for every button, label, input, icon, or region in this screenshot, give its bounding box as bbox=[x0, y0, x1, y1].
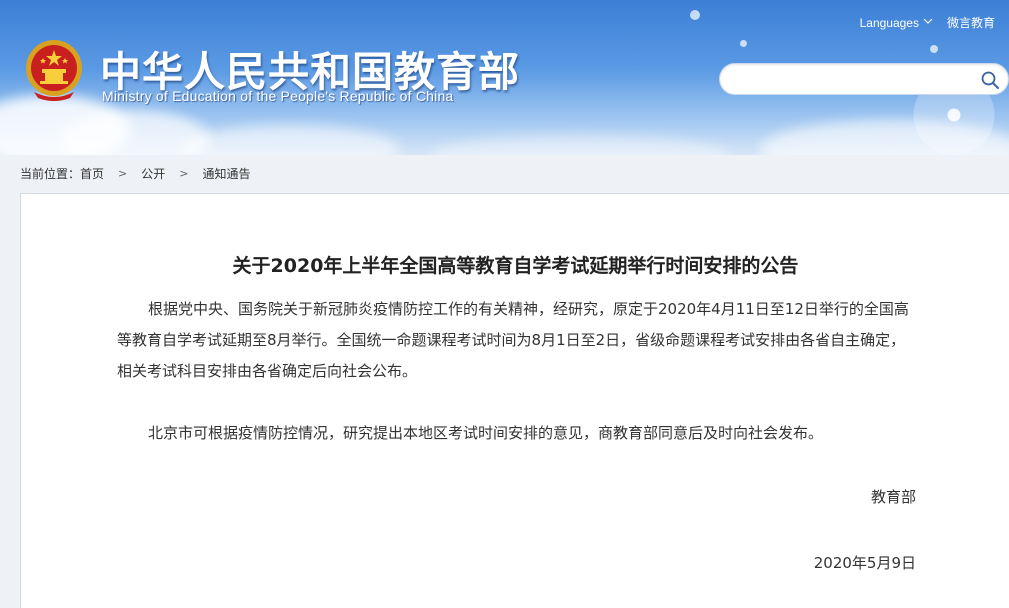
search-input[interactable] bbox=[734, 70, 974, 90]
article-paragraph: 北京市可根据疫情防控情况，研究提出本地区考试时间安排的意见，商教育部同意后及时向… bbox=[148, 424, 824, 442]
languages-dropdown[interactable]: Languages bbox=[860, 16, 933, 30]
dandelion-seed bbox=[740, 40, 747, 47]
dandelion-seed bbox=[930, 45, 938, 53]
article-paragraph: 根据党中央、国务院关于新冠肺炎疫情防控工作的有关精神，经研究，原定于2020年4… bbox=[117, 300, 909, 380]
article-content: 根据党中央、国务院关于新冠肺炎疫情防控工作的有关精神，经研究，原定于2020年4… bbox=[117, 294, 917, 449]
breadcrumb-separator: > bbox=[179, 167, 189, 180]
dandelion-seed bbox=[690, 10, 700, 20]
search-box bbox=[719, 63, 1009, 95]
breadcrumb-prefix: 当前位置： bbox=[20, 167, 81, 181]
breadcrumb-home[interactable]: 首页 bbox=[80, 165, 104, 182]
breadcrumb-separator: > bbox=[118, 167, 128, 180]
chevron-down-icon bbox=[923, 17, 933, 28]
search-icon[interactable] bbox=[980, 70, 1000, 90]
breadcrumb-notices[interactable]: 通知通告 bbox=[202, 165, 250, 182]
breadcrumb: 当前位置： 首页 > 公开 > 通知通告 bbox=[20, 165, 251, 182]
article-panel: 关于2020年上半年全国高等教育自学考试延期举行时间安排的公告 根据党中央、国务… bbox=[20, 193, 1009, 608]
header-cloud bbox=[430, 135, 730, 155]
article-title: 关于2020年上半年全国高等教育自学考试延期举行时间安排的公告 bbox=[232, 255, 799, 277]
breadcrumb-public[interactable]: 公开 bbox=[141, 165, 165, 182]
languages-label: Languages bbox=[859, 15, 919, 30]
site-header: 中华人民共和国教育部 Ministry of Education of the … bbox=[0, 0, 1009, 155]
site-subtitle: Ministry of Education of the People's Re… bbox=[102, 88, 454, 104]
weibo-link[interactable]: 微言教育 bbox=[947, 14, 995, 31]
national-emblem-icon[interactable] bbox=[24, 38, 84, 102]
top-links: Languages 微言教育 bbox=[860, 14, 995, 31]
header-cloud bbox=[180, 125, 400, 155]
article-date: 2020年5月9日 bbox=[813, 554, 916, 572]
article-signature: 教育部 bbox=[870, 488, 916, 506]
